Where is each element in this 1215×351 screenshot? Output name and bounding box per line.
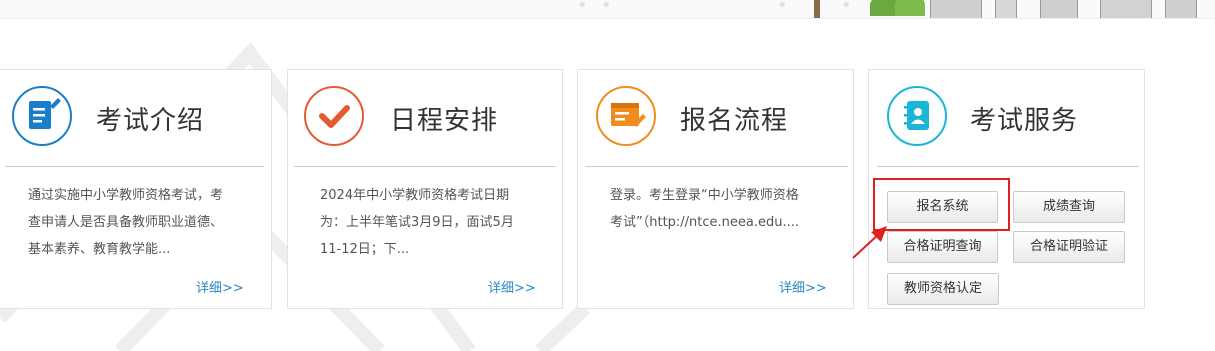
qualification-certificate-query-button[interactable]: 合格证明查询 [887, 231, 998, 263]
details-link[interactable]: 详细>> [779, 277, 827, 296]
building-decoration [995, 0, 1017, 18]
card-registration-process: 报名流程 登录。考生登录“中小学教师资格 考试”（http://ntce.nee… [577, 69, 854, 309]
card-title: 考试介绍 [96, 106, 205, 136]
card-title: 考试服务 [970, 106, 1079, 136]
building-decoration [930, 0, 982, 18]
tree-decoration [895, 0, 925, 16]
snowflake-decoration: ✳ [842, 0, 851, 11]
card-description: 登录。考生登录“中小学教师资格 考试”（http://ntce.neea.edu… [610, 182, 846, 236]
desc-line: 11-12日；下... [320, 242, 410, 257]
building-decoration [1165, 0, 1197, 18]
desc-line: 为：上半年笔试3月9日，面试5月 [320, 215, 514, 230]
details-link[interactable]: 详细>> [488, 277, 536, 296]
card-divider [294, 166, 556, 167]
card-title: 报名流程 [680, 106, 789, 136]
desc-line: 考试”（http://ntce.neea.edu.... [610, 215, 800, 230]
tree-trunk-decoration [814, 0, 820, 18]
card-title: 日程安排 [390, 106, 499, 136]
registration-form-icon [596, 86, 656, 146]
contact-book-icon [887, 86, 947, 146]
desc-line: 基本素养、教育教学能... [28, 242, 171, 257]
checkmark-icon [304, 86, 364, 146]
card-divider [5, 166, 264, 167]
details-link[interactable]: 详细>> [196, 277, 244, 296]
card-header: 考试服务 [869, 70, 1144, 166]
qualification-certificate-verify-button[interactable]: 合格证明验证 [1013, 231, 1125, 263]
card-divider [877, 166, 1139, 167]
snowflake-decoration: ✳ [578, 0, 587, 11]
card-header: 日程安排 [288, 70, 562, 166]
snowflake-decoration: ✳ [778, 0, 787, 11]
building-decoration [1100, 0, 1152, 18]
card-exam-intro: 考试介绍 通过实施中小学教师资格考试，考 查申请人是否具备教师职业道德、 基本素… [0, 69, 272, 309]
annotation-arrow-icon [852, 226, 887, 259]
card-description: 2024年中小学教师资格考试日期 为：上半年笔试3月9日，面试5月 11-12日… [320, 182, 554, 263]
document-edit-icon [12, 86, 72, 146]
desc-line: 查申请人是否具备教师职业道德、 [28, 215, 224, 230]
building-decoration [1040, 0, 1078, 18]
card-header: 报名流程 [578, 70, 853, 166]
desc-line: 2024年中小学教师资格考试日期 [320, 188, 510, 203]
desc-line: 通过实施中小学教师资格考试，考 [28, 188, 224, 203]
card-schedule: 日程安排 2024年中小学教师资格考试日期 为：上半年笔试3月9日，面试5月 1… [287, 69, 563, 309]
card-header: 考试介绍 [0, 70, 271, 166]
card-divider [585, 166, 848, 167]
card-description: 通过实施中小学教师资格考试，考 查申请人是否具备教师职业道德、 基本素养、教育教… [28, 182, 258, 263]
teacher-qualification-certification-button[interactable]: 教师资格认定 [887, 273, 999, 305]
top-banner-illustration: ✳ ✳ ✳ ✳ [0, 0, 1215, 19]
snowflake-decoration: ✳ [602, 0, 611, 11]
desc-line: 登录。考生登录“中小学教师资格 [610, 188, 799, 203]
score-query-button[interactable]: 成绩查询 [1013, 191, 1125, 223]
